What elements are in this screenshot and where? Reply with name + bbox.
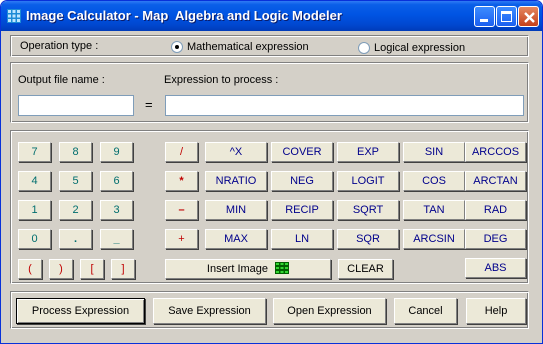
minus-sign-button[interactable]: _ [100, 229, 133, 249]
cancel-label: Cancel [408, 305, 443, 317]
sin-button[interactable]: SIN [403, 142, 465, 162]
operation-type-group: Operation type : Mathematical expression… [10, 35, 529, 57]
close-bracket-button[interactable]: ] [111, 259, 135, 279]
sqrt-button[interactable]: SQRT [337, 200, 399, 220]
operation-type-label: Operation type : [20, 40, 99, 52]
open-expression-button[interactable]: Open Expression [273, 298, 386, 324]
ln-button[interactable]: LN [271, 229, 333, 249]
nratio-button[interactable]: NRATIO [205, 171, 267, 191]
cos-button[interactable]: COS [403, 171, 465, 191]
open-bracket-button[interactable]: [ [80, 259, 104, 279]
expression-input[interactable] [165, 95, 524, 116]
math-expression-radio[interactable] [171, 41, 183, 53]
min-button[interactable]: MIN [205, 200, 267, 220]
digit-2-button[interactable]: 2 [59, 200, 92, 220]
clear-button[interactable]: CLEAR [338, 259, 393, 279]
cover-button[interactable]: COVER [271, 142, 333, 162]
maximize-button[interactable] [496, 6, 517, 27]
sqr-button[interactable]: SQR [337, 229, 399, 249]
arcsin-button[interactable]: ARCSIN [403, 229, 465, 249]
recip-button[interactable]: RECIP [271, 200, 333, 220]
close-paren-button[interactable]: ) [49, 259, 73, 279]
power-button[interactable]: ^X [205, 142, 267, 162]
digit-6-button[interactable]: 6 [100, 171, 133, 191]
deg-button[interactable]: DEG [465, 229, 526, 249]
add-button[interactable]: + [165, 229, 198, 249]
divide-button[interactable]: / [165, 142, 198, 162]
cancel-button[interactable]: Cancel [394, 298, 457, 324]
digit-0-button[interactable]: 0 [18, 229, 51, 249]
exp-button[interactable]: EXP [337, 142, 399, 162]
arctan-button[interactable]: ARCTAN [465, 171, 526, 191]
math-expression-label[interactable]: Mathematical expression [187, 41, 309, 53]
keypad-group: 7 8 9 4 5 6 1 2 3 0 . _ ( ) [ ] / * – + … [10, 130, 529, 284]
insert-image-label: Insert Image [206, 263, 269, 275]
rad-button[interactable]: RAD [465, 200, 526, 220]
output-file-label: Output file name : [18, 74, 105, 86]
abs-button[interactable]: ABS [465, 258, 526, 278]
calculator-grid-icon [7, 9, 21, 23]
action-button-group: Process Expression Save Expression Open … [10, 291, 529, 329]
open-paren-button[interactable]: ( [18, 259, 42, 279]
image-calculator-window: Image Calculator - Map Algebra and Logic… [0, 0, 543, 344]
expression-label: Expression to process : [164, 74, 279, 86]
multiply-button[interactable]: * [165, 171, 198, 191]
help-button[interactable]: Help [466, 298, 526, 324]
subtract-button[interactable]: – [165, 200, 198, 220]
insert-image-button[interactable]: Insert Image [165, 259, 331, 279]
decimal-point-button[interactable]: . [59, 229, 92, 249]
image-grid-icon [275, 262, 290, 274]
tan-button[interactable]: TAN [403, 200, 465, 220]
digit-5-button[interactable]: 5 [59, 171, 92, 191]
save-expression-button[interactable]: Save Expression [153, 298, 266, 324]
max-button[interactable]: MAX [205, 229, 267, 249]
digit-9-button[interactable]: 9 [100, 142, 133, 162]
digit-8-button[interactable]: 8 [59, 142, 92, 162]
digit-4-button[interactable]: 4 [18, 171, 51, 191]
neg-button[interactable]: NEG [271, 171, 333, 191]
equals-sign: = [145, 97, 153, 112]
close-button[interactable] [518, 6, 539, 27]
dialog-body: Operation type : Mathematical expression… [5, 31, 538, 341]
title-bar[interactable]: Image Calculator - Map Algebra and Logic… [1, 1, 542, 31]
open-expression-label: Open Expression [287, 305, 372, 317]
logical-expression-radio[interactable] [358, 42, 370, 54]
logical-expression-label[interactable]: Logical expression [374, 42, 465, 54]
arccos-button[interactable]: ARCCOS [465, 142, 526, 162]
minimize-button[interactable] [474, 6, 495, 27]
window-title: Image Calculator - Map Algebra and Logic… [26, 8, 342, 23]
output-file-input[interactable] [18, 95, 134, 116]
expression-group: Output file name : Expression to process… [10, 62, 529, 123]
help-label: Help [484, 305, 508, 317]
close-icon [524, 12, 535, 23]
digit-1-button[interactable]: 1 [18, 200, 51, 220]
logit-button[interactable]: LOGIT [337, 171, 399, 191]
minimize-icon [480, 19, 488, 22]
maximize-icon [501, 11, 512, 22]
digit-7-button[interactable]: 7 [18, 142, 51, 162]
process-expression-button[interactable]: Process Expression [16, 298, 145, 324]
process-expression-label: Process Expression [31, 305, 130, 317]
save-expression-label: Save Expression [168, 305, 251, 317]
digit-3-button[interactable]: 3 [100, 200, 133, 220]
